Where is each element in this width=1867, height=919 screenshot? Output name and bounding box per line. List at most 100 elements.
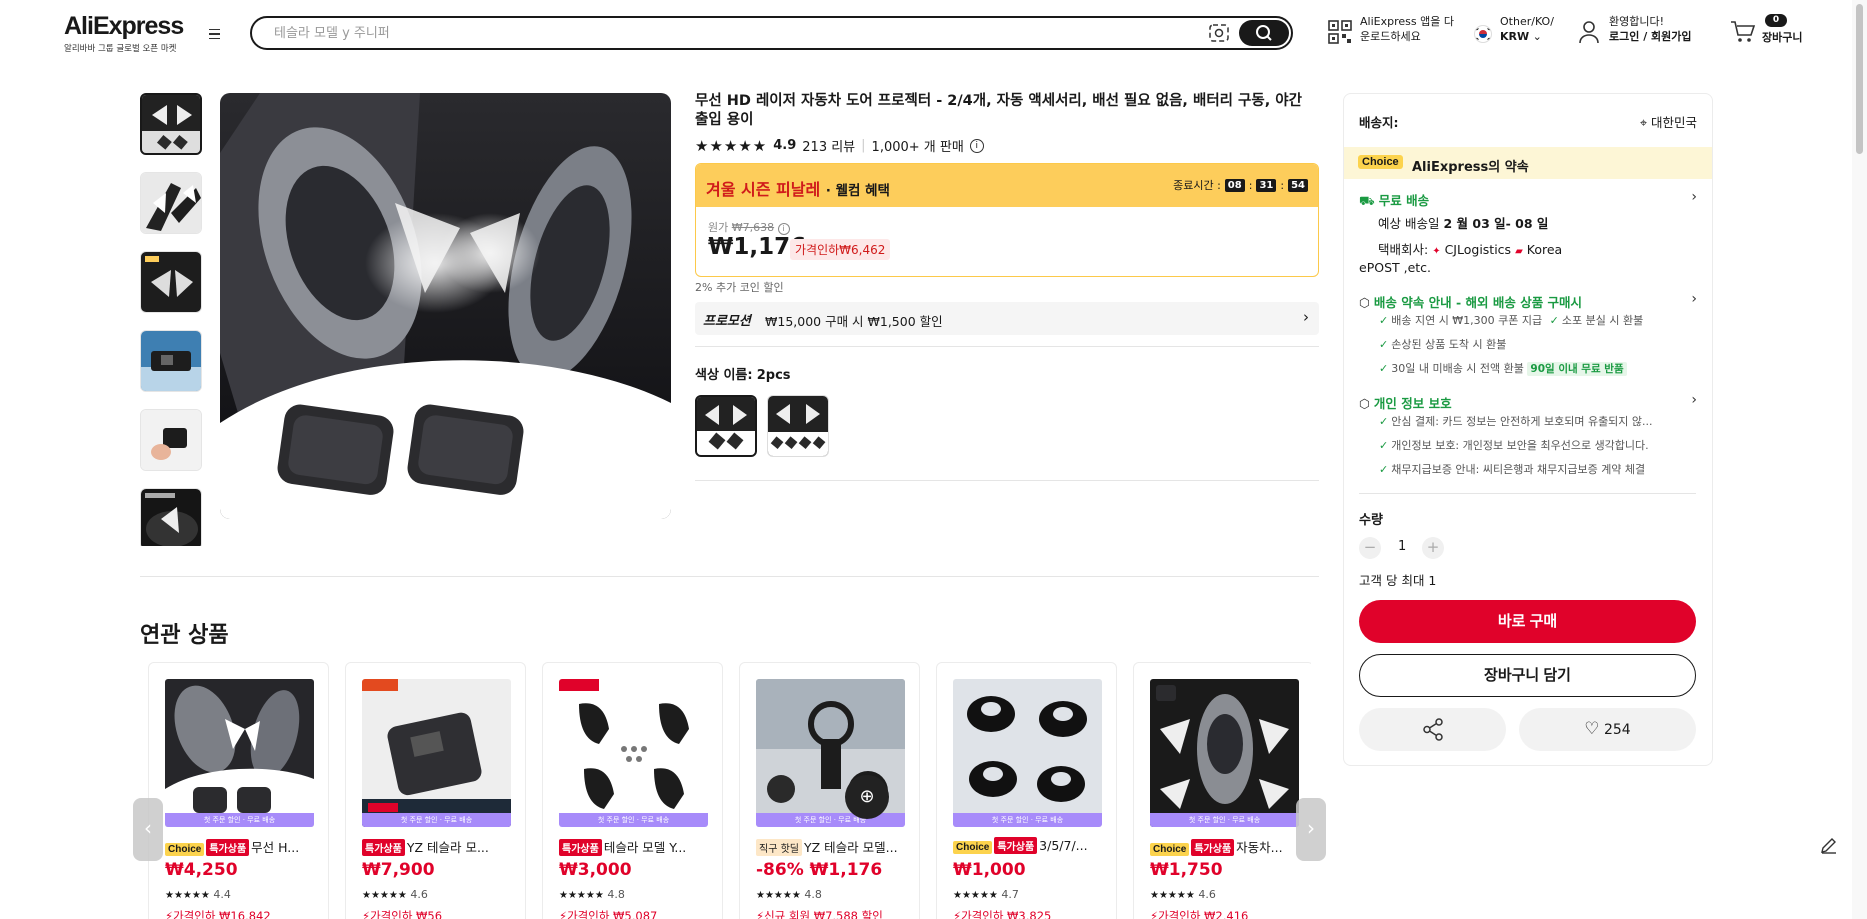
- login-signup-link[interactable]: 로그인 / 회원가입: [1609, 30, 1692, 43]
- color-swatch-2pcs[interactable]: [695, 395, 757, 457]
- deal-badge: 특가상품: [1191, 839, 1235, 856]
- thumbnail-2[interactable]: [140, 172, 202, 234]
- product-card[interactable]: 첫 주문 할인 · 무료 배송 특가상품 테슬라 모델 Y... ₩3,000 ★…: [542, 662, 723, 919]
- locale-line1: Other/KO/: [1500, 15, 1554, 28]
- app-download-link[interactable]: AliExpress 앱을 다 운로드하세요: [1360, 14, 1454, 44]
- chevron-right-icon: ›: [1307, 816, 1315, 840]
- thumbnail-4[interactable]: [140, 330, 202, 392]
- rating-row: ★★★★★ 4.9 213 리뷰 | 1,000+ 개 판매 i: [695, 136, 984, 155]
- wishlist-button[interactable]: ♡ 254: [1519, 708, 1696, 751]
- thumbnail-5[interactable]: [140, 409, 202, 471]
- promo-strip: 첫 주문 할인 · 무료 배송: [1150, 813, 1299, 827]
- flame-icon: ⚡: [362, 909, 371, 919]
- timer-minutes: 31: [1256, 178, 1277, 192]
- flame-icon: ⚡: [756, 909, 765, 919]
- product-name: YZ 테슬라 모...: [406, 840, 489, 855]
- related-products-carousel: 첫 주문 할인 · 무료 배송 Choice 특가상품 무선 H... ₩4,250…: [148, 662, 1311, 919]
- add-to-cart-icon[interactable]: ⊕: [845, 775, 889, 819]
- chevron-down-icon: ⌄: [1532, 30, 1542, 43]
- color-swatch-4pcs[interactable]: [767, 395, 829, 457]
- promotion-label: 프로모션: [703, 314, 751, 329]
- product-name: YZ 테슬라 모델...: [803, 840, 898, 855]
- courier-korea: Korea: [1526, 242, 1563, 257]
- free-shipping-row[interactable]: ⛟ 무료 배송: [1359, 190, 1429, 210]
- free-shipping-text: 무료 배송: [1378, 193, 1430, 208]
- qr-code-icon[interactable]: [1328, 20, 1352, 44]
- choice-promise-bar: Choice AliExpress의 약속: [1344, 147, 1712, 179]
- quantity-label: 수량: [1359, 513, 1383, 528]
- carousel-next-button[interactable]: ›: [1296, 798, 1326, 861]
- scrollbar-thumb[interactable]: [1856, 4, 1863, 154]
- chevron-right-icon[interactable]: ›: [1691, 392, 1697, 408]
- quantity-value[interactable]: 1: [1398, 539, 1406, 554]
- product-card-name: Choice 특가상품 무선 H...: [165, 837, 317, 856]
- discount-text: 가격인하 ₩16,842: [173, 909, 271, 919]
- promo-banner: 겨울 시즌 피날레 · 웰컴 혜택 종료시간 : 08: 31: 54: [696, 164, 1318, 207]
- check-icon: ✓: [1379, 362, 1389, 375]
- share-button[interactable]: [1359, 708, 1506, 751]
- check-icon: ✓: [1379, 439, 1389, 452]
- info-icon[interactable]: i: [969, 138, 984, 153]
- delivery-estimate: 예상 배송일 2 월 03 일- 08 일: [1378, 213, 1548, 232]
- edit-icon[interactable]: [1818, 834, 1840, 856]
- selected-color: 2pcs: [756, 368, 791, 383]
- product-card-name: 특가상품 YZ 테슬라 모...: [362, 837, 514, 856]
- quantity-decrease-button[interactable]: −: [1359, 537, 1381, 559]
- original-price-value: ₩7,638: [731, 221, 775, 234]
- rating-value: 4.9: [773, 138, 797, 153]
- guarantee-list: ✓ 배송 지연 시 ₩1,300 쿠폰 지급 ✓ 소포 분실 시 환불 ✓ 손상된 상…: [1379, 309, 1643, 381]
- account-link[interactable]: 환영합니다! 로그인 / 회원가입: [1609, 14, 1692, 44]
- aliexpress-logo[interactable]: AliExpress 알리바바 그룹 글로벌 오픈 마켓: [64, 12, 184, 54]
- color-label-text: 색상 이름:: [695, 368, 753, 383]
- product-card-price: ₩7,900: [362, 860, 435, 880]
- product-card[interactable]: 첫 주문 할인 · 무료 배송 Choice 특가상품 자동차... ₩1,750 …: [1133, 662, 1311, 919]
- thumbnail-3[interactable]: [140, 251, 202, 313]
- chevron-right-icon[interactable]: ›: [1691, 189, 1697, 205]
- user-icon[interactable]: [1578, 20, 1600, 44]
- main-product-image[interactable]: [220, 93, 671, 519]
- product-card[interactable]: + 첫 주문 할인 · 무료 배송 ⊕ 직구 핫딜YZ 테슬라 모델... -8…: [739, 662, 920, 919]
- add-to-cart-button[interactable]: 장바구니 담기: [1359, 654, 1696, 697]
- chevron-right-icon[interactable]: ›: [1691, 291, 1697, 307]
- check-icon: ✓: [1549, 314, 1559, 327]
- guarantee-title: 배송 약속 안내 - 해외 배송 상품 구매시: [1373, 295, 1583, 310]
- product-card-discount: ⚡가격인하 ₩16,842: [165, 908, 271, 919]
- camera-search-icon[interactable]: [1207, 22, 1231, 44]
- locale-selector[interactable]: Other/KO/ KRW ⌄: [1500, 14, 1554, 44]
- product-card[interactable]: 첫 주문 할인 · 무료 배송 특가상품 YZ 테슬라 모... ₩7,900 ★…: [345, 662, 526, 919]
- promo-title: 겨울 시즌 피날레 · 웰컴 혜택: [706, 176, 890, 200]
- flame-icon: ⚡: [165, 909, 174, 919]
- cart-count-badge: 0: [1765, 14, 1787, 27]
- buy-now-button[interactable]: 바로 구매: [1359, 600, 1696, 643]
- product-card-image: 첫 주문 할인 · 무료 배송: [362, 679, 511, 827]
- star-rating-icon: ★★★★★: [756, 890, 801, 901]
- search-input[interactable]: [274, 24, 1174, 42]
- product-card-discount: ⚡가격인하 ₩2,416: [1150, 908, 1248, 919]
- rating-value: 4.8: [607, 888, 625, 901]
- page-scrollbar[interactable]: [1852, 0, 1867, 919]
- brand-subtitle: 알리바바 그룹 글로벌 오픈 마켓: [64, 44, 177, 54]
- thumbnail-6[interactable]: [140, 488, 202, 546]
- cart-link[interactable]: 장바구니: [1762, 30, 1802, 45]
- rating-value: 4.8: [804, 888, 822, 901]
- product-card[interactable]: 첫 주문 할인 · 무료 배송 Choice 특가상품 무선 H... ₩4,250…: [148, 662, 329, 919]
- cj-logo-icon: ✦: [1432, 246, 1441, 257]
- menu-icon[interactable]: [204, 24, 224, 44]
- carousel-prev-button[interactable]: ‹: [133, 798, 163, 861]
- promo-strip: 첫 주문 할인 · 무료 배송: [362, 813, 511, 827]
- product-card-price: ₩1,750: [1150, 860, 1223, 880]
- star-rating-icon: ★★★★★: [1150, 890, 1195, 901]
- review-count[interactable]: 213 리뷰: [802, 136, 855, 155]
- thumbnail-1[interactable]: [140, 93, 202, 155]
- guarantee-text: 손상된 상품 도착 시 환불: [1391, 338, 1507, 351]
- promotion-row[interactable]: 프로모션 ₩15,000 구매 시 ₩1,500 할인 ›: [695, 302, 1319, 335]
- quantity-increase-button[interactable]: +: [1422, 537, 1444, 559]
- rating-value: 4.6: [410, 888, 428, 901]
- search-button[interactable]: [1239, 20, 1289, 46]
- location-pin-icon: ⌖: [1639, 115, 1647, 130]
- locale-line2: KRW ⌄: [1500, 29, 1554, 44]
- cart-icon[interactable]: [1730, 20, 1756, 44]
- guarantee-item: ✓ 30일 내 미배송 시 전액 환불 90일 이내 무료 반품: [1379, 357, 1643, 381]
- product-card[interactable]: 첫 주문 할인 · 무료 배송 Choice 특가상품 3/5/7/... ₩1,0…: [936, 662, 1117, 919]
- ship-to-country[interactable]: ⌖ 대한민국: [1640, 112, 1697, 131]
